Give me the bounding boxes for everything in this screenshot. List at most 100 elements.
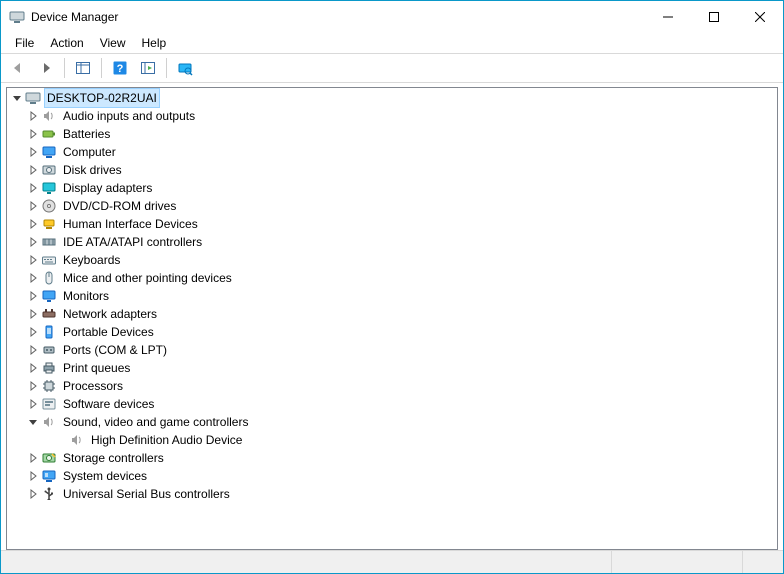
tree-node-label: Ports (COM & LPT) (61, 341, 169, 359)
root-icon (25, 90, 41, 106)
expand-glyph-icon[interactable] (25, 180, 41, 196)
maximize-button[interactable] (691, 1, 737, 33)
toolbar-separator (64, 58, 65, 78)
tree-node-cat-7[interactable]: IDE ATA/ATAPI controllers (7, 233, 777, 251)
speaker-icon (69, 432, 85, 448)
battery-icon (41, 126, 57, 142)
tree-node-label: Processors (61, 377, 125, 395)
speaker-icon (41, 414, 57, 430)
expand-glyph-icon[interactable] (25, 162, 41, 178)
tree-node-cat-18[interactable]: Storage controllers (7, 449, 777, 467)
properties-button[interactable] (135, 56, 161, 80)
tree-node-cat-17[interactable]: Sound, video and game controllers (7, 413, 777, 431)
expand-glyph-icon[interactable] (25, 288, 41, 304)
tree-node-cat-15[interactable]: Processors (7, 377, 777, 395)
tree-node-label: Batteries (61, 125, 112, 143)
expand-glyph-icon[interactable] (25, 198, 41, 214)
dvd-icon (41, 198, 57, 214)
tree-node-label: IDE ATA/ATAPI controllers (61, 233, 204, 251)
tree-node-cat-1[interactable]: Batteries (7, 125, 777, 143)
expand-glyph-icon[interactable] (25, 126, 41, 142)
expand-glyph-icon[interactable] (25, 216, 41, 232)
tree-node-cat-8[interactable]: Keyboards (7, 251, 777, 269)
tree-node-cat-9[interactable]: Mice and other pointing devices (7, 269, 777, 287)
menu-view[interactable]: View (92, 35, 134, 51)
show-hide-console-tree-button[interactable] (70, 56, 96, 80)
tree-node-cat-14[interactable]: Print queues (7, 359, 777, 377)
expand-glyph-icon[interactable] (25, 378, 41, 394)
expand-glyph-icon[interactable] (25, 144, 41, 160)
tree-node-cat-16[interactable]: Software devices (7, 395, 777, 413)
tree-node-label: System devices (61, 467, 149, 485)
tree-node-root[interactable]: DESKTOP-02R2UAI (7, 89, 777, 107)
statusbar (1, 550, 783, 573)
tree-node-cat-6[interactable]: Human Interface Devices (7, 215, 777, 233)
monitor-icon (41, 288, 57, 304)
port-icon (41, 342, 57, 358)
mouse-icon (41, 270, 57, 286)
window-title: Device Manager (31, 10, 118, 24)
tree-node-label: Keyboards (61, 251, 122, 269)
tree-node-label: Portable Devices (61, 323, 156, 341)
tree-node-cat-4[interactable]: Display adapters (7, 179, 777, 197)
device-manager-window: Device Manager File Action View Help (0, 0, 784, 574)
device-tree-pane[interactable]: DESKTOP-02R2UAIAudio inputs and outputsB… (6, 87, 778, 550)
expand-glyph-icon[interactable] (25, 486, 41, 502)
tree-node-label: Print queues (61, 359, 132, 377)
expand-glyph-icon[interactable] (25, 252, 41, 268)
processor-icon (41, 378, 57, 394)
menu-file[interactable]: File (7, 35, 42, 51)
toolbar-separator (101, 58, 102, 78)
tree-node-label: Universal Serial Bus controllers (61, 485, 232, 503)
tree-node-label: Network adapters (61, 305, 159, 323)
tree-node-cat-10[interactable]: Monitors (7, 287, 777, 305)
tree-node-label: DVD/CD-ROM drives (61, 197, 178, 215)
tree-node-cat-13[interactable]: Ports (COM & LPT) (7, 341, 777, 359)
tree-node-label: Audio inputs and outputs (61, 107, 197, 125)
speaker-icon (41, 108, 57, 124)
toolbar: ? (1, 54, 783, 83)
help-button[interactable]: ? (107, 56, 133, 80)
printer-icon (41, 360, 57, 376)
tree-node-cat-19[interactable]: System devices (7, 467, 777, 485)
expand-glyph-icon[interactable] (25, 270, 41, 286)
usb-icon (41, 486, 57, 502)
storage-icon (41, 450, 57, 466)
tree-node-label: High Definition Audio Device (89, 431, 244, 449)
expand-glyph-icon[interactable] (25, 324, 41, 340)
disk-icon (41, 162, 57, 178)
menu-help[interactable]: Help (134, 35, 175, 51)
app-icon (9, 9, 25, 25)
tree-node-cat-17-child-0[interactable]: High Definition Audio Device (7, 431, 777, 449)
expand-glyph-icon[interactable] (25, 108, 41, 124)
expand-glyph-icon[interactable] (25, 468, 41, 484)
tree-node-cat-11[interactable]: Network adapters (7, 305, 777, 323)
svg-text:?: ? (117, 63, 124, 75)
collapse-glyph-icon[interactable] (9, 90, 25, 106)
collapse-glyph-icon[interactable] (25, 414, 41, 430)
scan-hardware-button[interactable] (172, 56, 198, 80)
tree-node-cat-3[interactable]: Disk drives (7, 161, 777, 179)
expand-glyph-icon[interactable] (25, 342, 41, 358)
hid-icon (41, 216, 57, 232)
minimize-button[interactable] (645, 1, 691, 33)
expand-glyph-icon[interactable] (25, 360, 41, 376)
back-button[interactable] (5, 56, 31, 80)
tree-node-cat-2[interactable]: Computer (7, 143, 777, 161)
close-button[interactable] (737, 1, 783, 33)
toolbar-separator (166, 58, 167, 78)
menu-action[interactable]: Action (42, 35, 91, 51)
forward-button[interactable] (33, 56, 59, 80)
tree-node-cat-0[interactable]: Audio inputs and outputs (7, 107, 777, 125)
tree-node-cat-20[interactable]: Universal Serial Bus controllers (7, 485, 777, 503)
expand-glyph-icon[interactable] (25, 234, 41, 250)
tree-node-label: Mice and other pointing devices (61, 269, 234, 287)
expand-glyph-icon[interactable] (25, 306, 41, 322)
tree-node-label: Disk drives (61, 161, 124, 179)
tree-node-cat-5[interactable]: DVD/CD-ROM drives (7, 197, 777, 215)
status-cell (743, 551, 783, 573)
expand-glyph-icon[interactable] (25, 396, 41, 412)
expand-glyph-icon[interactable] (25, 450, 41, 466)
tree-node-cat-12[interactable]: Portable Devices (7, 323, 777, 341)
window-controls (645, 1, 783, 33)
